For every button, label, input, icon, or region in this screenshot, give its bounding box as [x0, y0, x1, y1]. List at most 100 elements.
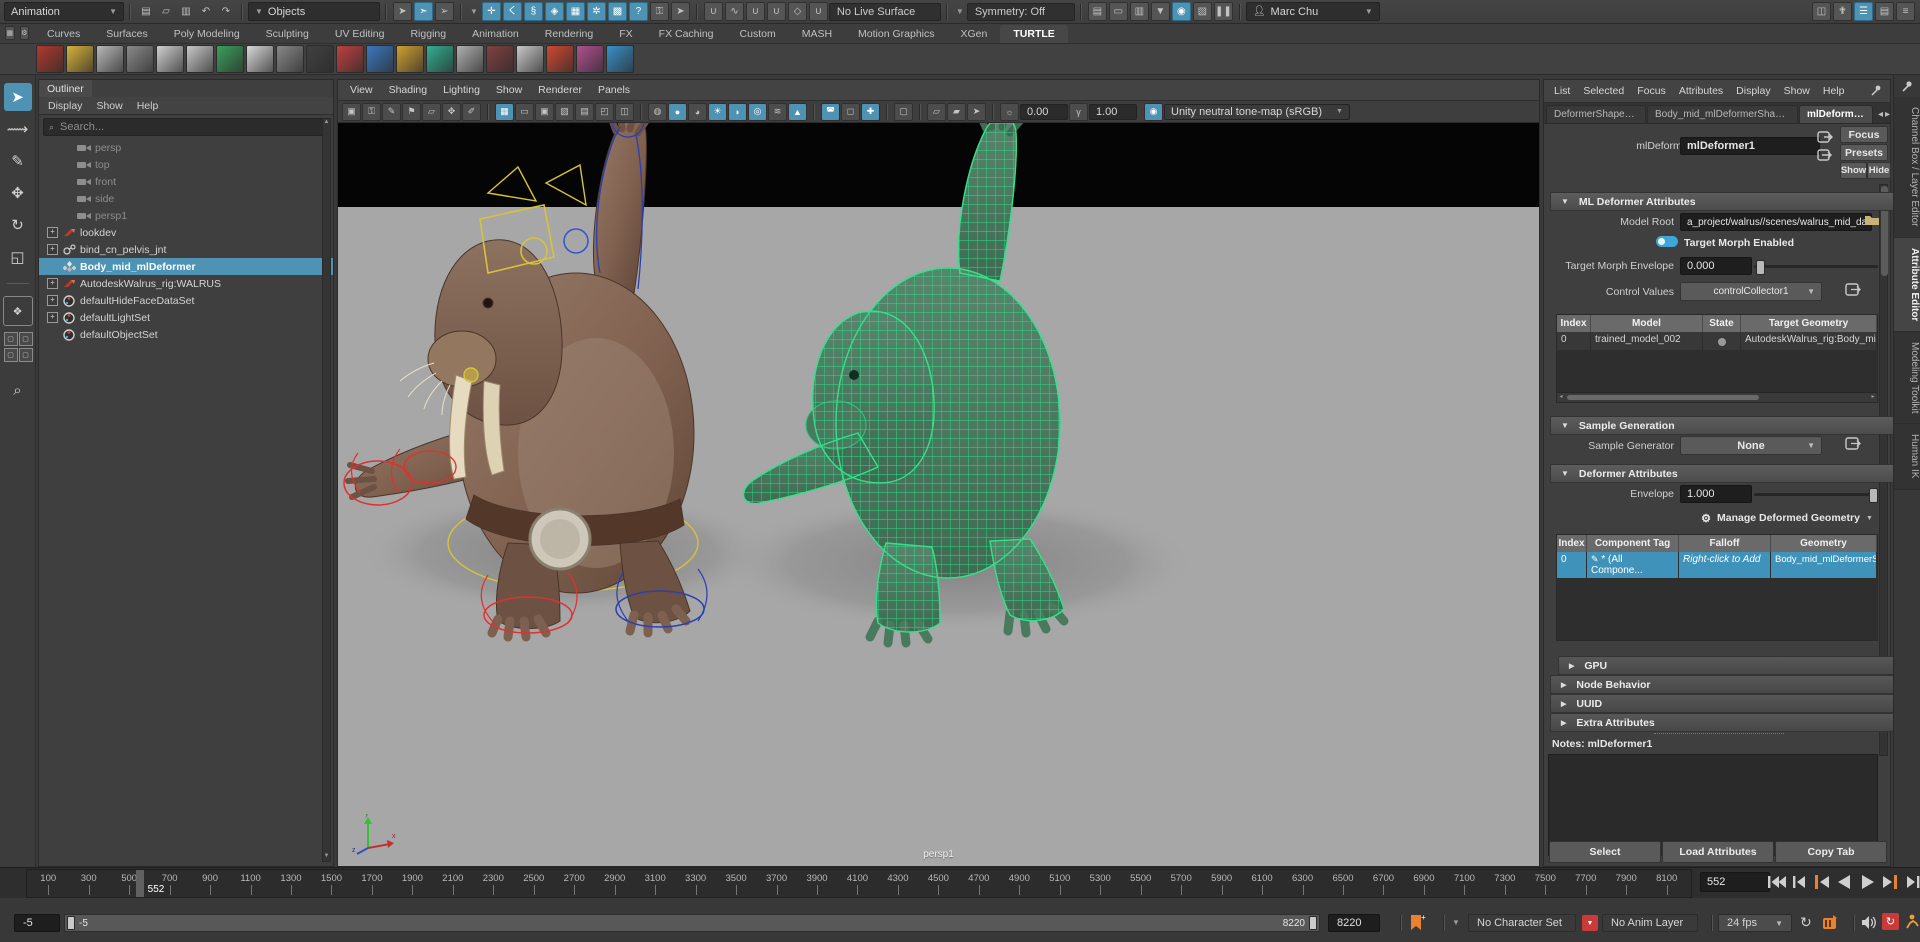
- table-h-scrollbar-thumb[interactable]: [1567, 395, 1759, 400]
- chevron-down-icon[interactable]: ▼: [470, 7, 478, 16]
- ae-menu-help[interactable]: Help: [1823, 85, 1845, 97]
- shelf-tab-rendering[interactable]: Rendering: [532, 25, 606, 43]
- sample-generator-dropdown[interactable]: None▼: [1680, 436, 1822, 455]
- slider-handle[interactable]: [1869, 488, 1878, 503]
- column-header-falloff[interactable]: Falloff: [1679, 535, 1771, 552]
- 2d-pan-zoom-icon[interactable]: ✥: [442, 103, 461, 121]
- save-scene-icon[interactable]: ▥: [177, 3, 195, 21]
- field-chart-icon[interactable]: ▤: [575, 103, 594, 121]
- current-frame-field[interactable]: 552: [1700, 872, 1770, 892]
- scroll-right-icon[interactable]: ▸: [1869, 393, 1877, 402]
- loop-icon[interactable]: ↻: [1800, 914, 1812, 931]
- shelf-item-icon[interactable]: [456, 45, 484, 73]
- expand-icon[interactable]: +: [47, 278, 58, 289]
- mask-joints-icon[interactable]: く: [503, 2, 522, 21]
- ae-menu-list[interactable]: List: [1554, 85, 1570, 97]
- viewport-menu-lighting[interactable]: Lighting: [443, 84, 480, 96]
- ae-menu-attributes[interactable]: Attributes: [1679, 85, 1723, 97]
- step-forward-key-button[interactable]: [1879, 872, 1902, 892]
- anim-layer-field[interactable]: No Anim Layer: [1602, 914, 1698, 932]
- outliner-item-side[interactable]: side: [39, 190, 333, 207]
- outliner-item-defaulthidefacedataset[interactable]: +defaultHideFaceDataSet: [39, 292, 333, 309]
- shelf-item-icon[interactable]: [486, 45, 514, 73]
- select-component-icon[interactable]: ➢: [435, 2, 454, 21]
- time-slider[interactable]: 1003005007009001100130015001700190021002…: [0, 867, 1920, 900]
- shelf-gear-icon[interactable]: ⚙︎: [20, 26, 30, 40]
- textured-icon[interactable]: ◕: [688, 103, 707, 121]
- table-row[interactable]: 0trained_model_002AutodeskWalrus_rig:Bod…: [1557, 332, 1877, 350]
- pin-icon[interactable]: [1894, 75, 1920, 97]
- outliner-item-top[interactable]: top: [39, 156, 333, 173]
- outliner-item-lookdev[interactable]: +lookdev: [39, 224, 333, 241]
- connect-input-icon[interactable]: [1844, 282, 1862, 297]
- shelf-tab-turtle[interactable]: TURTLE: [1000, 25, 1067, 43]
- mask-misc-icon[interactable]: ?: [629, 2, 648, 21]
- column-header-geometry[interactable]: Geometry: [1771, 535, 1877, 552]
- layout-single-pane-icon[interactable]: ❖: [3, 296, 33, 326]
- shelf-item-icon[interactable]: [306, 45, 334, 73]
- section-header-sample-generation[interactable]: ▼Sample Generation: [1550, 416, 1904, 435]
- tab-scroll-left-icon[interactable]: ◂: [1878, 109, 1883, 120]
- mask-deformations-icon[interactable]: ▦: [566, 2, 585, 21]
- focus-button[interactable]: Focus: [1840, 126, 1888, 143]
- right-tab-attribute-editor[interactable]: Attribute Editor: [1894, 238, 1920, 332]
- paint-select-tool-icon[interactable]: ✎: [4, 147, 32, 175]
- expand-icon[interactable]: +: [47, 227, 58, 238]
- shelf-tab-custom[interactable]: Custom: [727, 25, 789, 43]
- render-settings-icon[interactable]: ▼: [1151, 2, 1170, 21]
- column-header-target-geometry[interactable]: Target Geometry: [1741, 315, 1877, 332]
- viewport-menu-view[interactable]: View: [350, 84, 373, 96]
- snap-curve-icon[interactable]: ∿: [725, 2, 744, 21]
- section-header-ml-deformer-attributes[interactable]: ▼ML Deformer Attributes: [1550, 192, 1904, 211]
- shelf-tab-surfaces[interactable]: Surfaces: [93, 25, 160, 43]
- scale-tool-icon[interactable]: ◱: [4, 243, 32, 271]
- mute-audio-icon[interactable]: [1860, 914, 1877, 934]
- mask-rendering-icon[interactable]: ▩: [608, 2, 627, 21]
- shelf-tab-mash[interactable]: MASH: [789, 25, 845, 43]
- shelf-item-icon[interactable]: [66, 45, 94, 73]
- hide-button[interactable]: Hide: [1867, 162, 1891, 179]
- safe-title-icon[interactable]: ◫: [615, 103, 634, 121]
- step-forward-frame-button[interactable]: [1902, 872, 1920, 892]
- new-scene-icon[interactable]: ▤: [137, 3, 155, 21]
- mask-dynamics-icon[interactable]: ✲: [587, 2, 606, 21]
- lasso-tool-icon[interactable]: ⟿: [4, 115, 32, 143]
- open-render-view-icon[interactable]: ▤: [1088, 2, 1107, 21]
- go-to-start-button[interactable]: [1764, 872, 1787, 892]
- viewport-menu-shading[interactable]: Shading: [389, 84, 428, 96]
- render-frame-icon[interactable]: ▭: [1109, 2, 1128, 21]
- current-time-marker[interactable]: [136, 870, 144, 897]
- viewport-panel[interactable]: ViewShadingLightingShowRendererPanels ▣⚿…: [337, 79, 1540, 867]
- selection-filter-dropdown[interactable]: ▼ Objects: [248, 2, 380, 21]
- grid-icon[interactable]: ▦: [495, 103, 514, 121]
- lock-icon[interactable]: ⚿: [650, 2, 669, 21]
- image-plane-icon[interactable]: ▱: [422, 103, 441, 121]
- viewport-menu-panels[interactable]: Panels: [598, 84, 630, 96]
- ae-tab-body_mid_mldeformershapeorig1[interactable]: Body_mid_mlDeformerShapeOrig1: [1647, 105, 1798, 123]
- bookmark-add-icon[interactable]: +: [1408, 913, 1426, 935]
- ae-menu-show[interactable]: Show: [1784, 85, 1810, 97]
- range-start-field[interactable]: -5: [14, 914, 60, 932]
- ae-menu-selected[interactable]: Selected: [1583, 85, 1624, 97]
- display-render-icon[interactable]: ◉: [1172, 2, 1191, 21]
- zoom-tool-icon[interactable]: ⌕: [4, 376, 32, 404]
- scroll-up-icon[interactable]: ▲: [323, 119, 330, 127]
- ae-tab-mldeformer1[interactable]: mlDeformer1: [1799, 105, 1873, 123]
- tone-map-dropdown[interactable]: Unity neutral tone-map (sRGB)▼: [1164, 104, 1350, 120]
- select-tool-icon[interactable]: ➤: [4, 83, 32, 111]
- bookmark-icon[interactable]: ⚑: [402, 103, 421, 121]
- section-header-node-behavior[interactable]: ▶Node Behavior: [1550, 675, 1904, 694]
- viewport-canvas[interactable]: y x z persp1: [338, 123, 1539, 866]
- safe-action-icon[interactable]: ◰: [595, 103, 614, 121]
- exposure-icon[interactable]: ☼: [1000, 103, 1019, 121]
- connect-input-icon[interactable]: [1844, 436, 1862, 451]
- node-name-field[interactable]: mlDeformer1: [1680, 137, 1820, 155]
- shelf-tab-xgen[interactable]: XGen: [948, 25, 1001, 43]
- shelf-tab-uv-editing[interactable]: UV Editing: [322, 25, 398, 43]
- viewport-menu-show[interactable]: Show: [496, 84, 522, 96]
- auto-key-icon[interactable]: ↻: [1882, 913, 1899, 930]
- copy-tab-in-icon[interactable]: [1816, 130, 1834, 144]
- shadows-icon[interactable]: ◗: [728, 103, 747, 121]
- shelf-tab-rigging[interactable]: Rigging: [397, 25, 459, 43]
- outliner-item-defaultlightset[interactable]: +defaultLightSet: [39, 309, 333, 326]
